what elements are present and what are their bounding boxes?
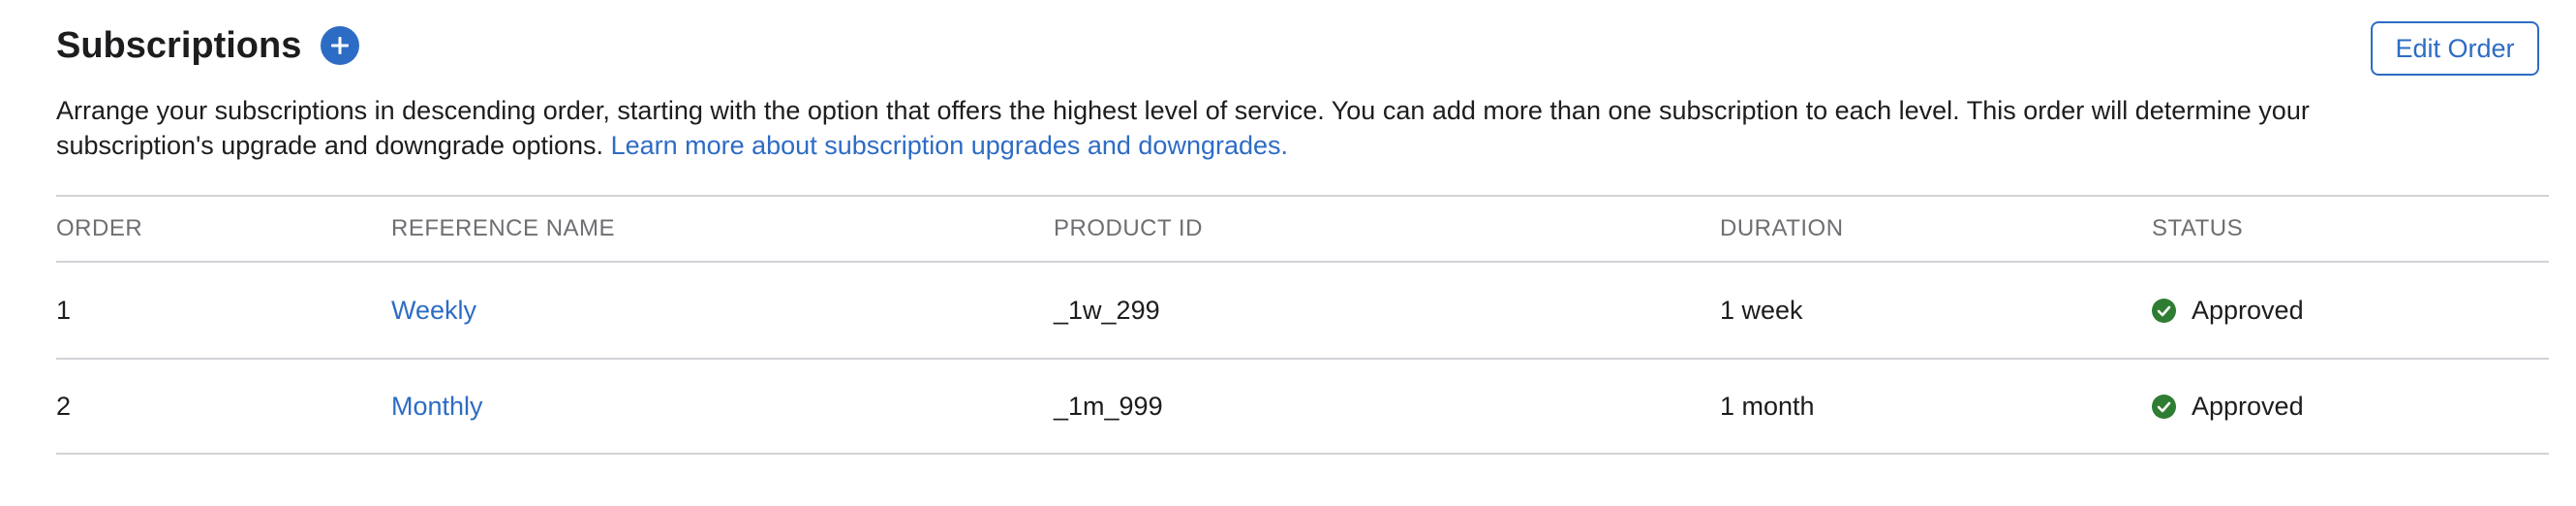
duration-cell: 1 week [1720, 295, 1803, 325]
status-cell: Approved [2152, 263, 2304, 358]
edit-order-button[interactable]: Edit Order [2371, 21, 2539, 76]
order-cell: 1 [56, 295, 72, 325]
table-header-row: ORDER REFERENCE NAME PRODUCT ID DURATION… [56, 195, 2549, 261]
reference-name-cell: Weekly [391, 263, 476, 358]
status-label: Approved [2192, 391, 2304, 421]
status-badge: Approved [2152, 296, 2304, 326]
plus-icon [331, 37, 350, 54]
subscriptions-header: Subscriptions [56, 21, 360, 70]
column-header-order[interactable]: ORDER [56, 197, 142, 261]
check-circle-icon [2152, 298, 2176, 323]
product-id-cell: _1m_999 [1054, 391, 1163, 421]
column-header-product-id[interactable]: PRODUCT ID [1054, 197, 1203, 261]
status-label: Approved [2192, 295, 2304, 325]
order-cell: 2 [56, 391, 72, 421]
duration-cell: 1 month [1720, 391, 1815, 421]
status-cell: Approved [2152, 360, 2304, 453]
learn-more-link[interactable]: Learn more about subscription upgrades a… [611, 131, 1288, 160]
table-row[interactable]: 2 Monthly _1m_999 1 month Approved [56, 358, 2549, 455]
column-header-duration[interactable]: DURATION [1720, 197, 1844, 261]
check-circle-icon [2152, 394, 2176, 419]
table-row[interactable]: 1 Weekly _1w_299 1 week Approved [56, 261, 2549, 358]
page-title: Subscriptions [56, 25, 302, 66]
product-id-cell: _1w_299 [1054, 295, 1160, 325]
subscriptions-page: Subscriptions Edit Order Arrange your su… [56, 0, 2549, 506]
description-paragraph: Arrange your subscriptions in descending… [56, 93, 2380, 163]
column-header-status[interactable]: STATUS [2152, 197, 2243, 261]
status-badge: Approved [2152, 392, 2304, 422]
reference-name-link[interactable]: Weekly [391, 296, 476, 326]
subscriptions-table: ORDER REFERENCE NAME PRODUCT ID DURATION… [56, 195, 2549, 455]
reference-name-link[interactable]: Monthly [391, 392, 483, 422]
add-subscription-button[interactable] [321, 26, 360, 65]
column-header-reference-name[interactable]: REFERENCE NAME [391, 197, 615, 261]
reference-name-cell: Monthly [391, 360, 483, 453]
